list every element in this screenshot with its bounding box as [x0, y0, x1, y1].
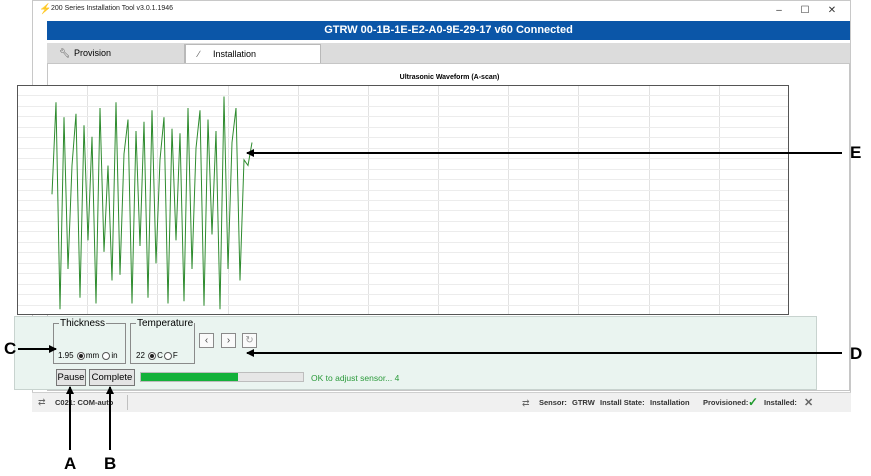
annotation-overlay: [18, 149, 842, 450]
annotation-e: E: [850, 143, 862, 162]
annotation-d: D: [850, 344, 863, 363]
annotation-a: A: [64, 454, 77, 473]
annotation-b: B: [104, 454, 117, 473]
annotation-c: C: [4, 339, 17, 358]
